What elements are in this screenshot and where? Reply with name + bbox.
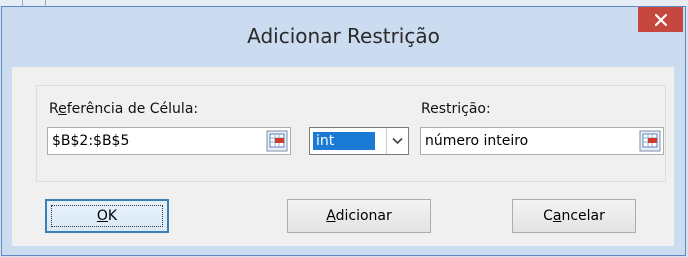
add-label-rest: dicionar bbox=[335, 208, 392, 224]
close-icon bbox=[654, 13, 667, 26]
cancel-label-rest: ncelar bbox=[561, 208, 605, 224]
constraint-label: Restrição: bbox=[421, 101, 491, 117]
constraint-value: número inteiro bbox=[425, 133, 529, 149]
constraint-input[interactable]: número inteiro bbox=[420, 127, 664, 155]
ok-button[interactable]: OK bbox=[45, 199, 169, 233]
title-bar[interactable]: Adicionar Restrição bbox=[2, 7, 685, 67]
cell-reference-label: Referência de Célula: bbox=[49, 101, 198, 117]
chevron-down-icon bbox=[392, 137, 403, 145]
dialog-title: Adicionar Restrição bbox=[247, 24, 440, 48]
operator-dropdown-button[interactable] bbox=[386, 128, 408, 154]
operator-value: int bbox=[313, 132, 375, 150]
cell-reference-label-end: ferência de Célula: bbox=[66, 101, 199, 117]
add-accel: A bbox=[326, 208, 336, 224]
cancel-button[interactable]: Cancelar bbox=[512, 199, 636, 233]
add-button[interactable]: Adicionar bbox=[287, 199, 431, 233]
range-picker-icon[interactable] bbox=[639, 130, 661, 152]
cell-reference-label-start: R bbox=[49, 101, 59, 117]
cancel-button-label: Cancelar bbox=[543, 208, 605, 224]
focus-rectangle bbox=[51, 205, 163, 227]
add-button-label: Adicionar bbox=[326, 208, 391, 224]
cell-reference-input[interactable]: $B$2:$B$5 bbox=[47, 127, 291, 155]
range-picker-icon[interactable] bbox=[266, 130, 288, 152]
cell-reference-label-accel: e bbox=[58, 101, 67, 117]
add-constraint-dialog: Adicionar Restrição Referência de Célula… bbox=[1, 6, 686, 256]
close-button[interactable] bbox=[638, 7, 683, 32]
dialog-body: Referência de Célula: $B$2:$B$5 int Rest… bbox=[12, 67, 674, 246]
cancel-label-start: C bbox=[543, 208, 553, 224]
cell-reference-value: $B$2:$B$5 bbox=[52, 133, 130, 149]
operator-select[interactable]: int bbox=[309, 127, 409, 155]
constraint-group: Referência de Célula: $B$2:$B$5 int Rest… bbox=[36, 85, 666, 182]
